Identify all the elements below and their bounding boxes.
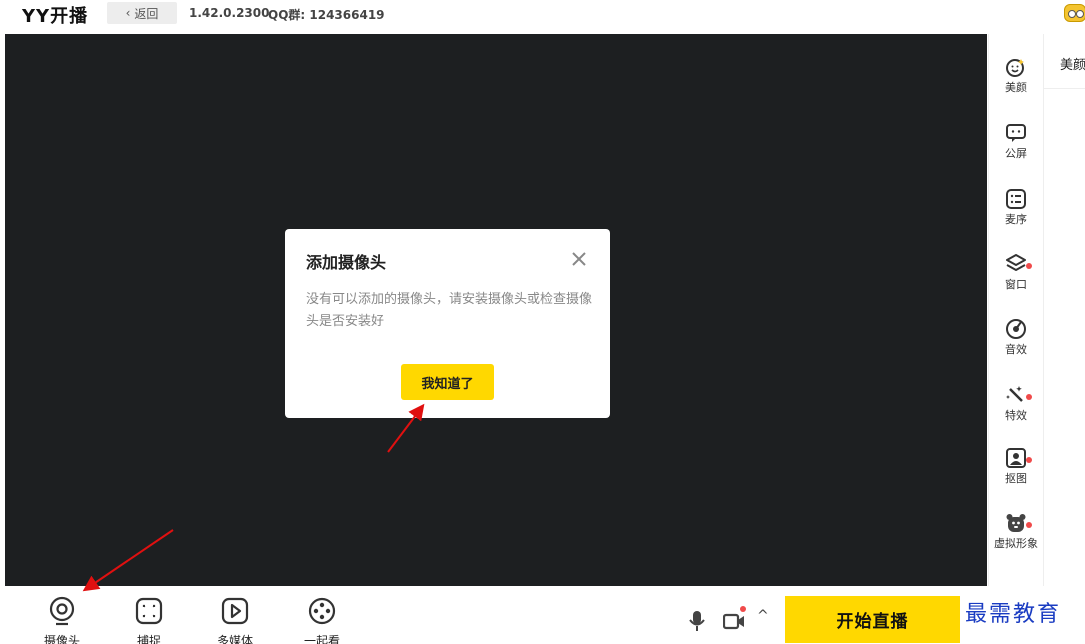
notification-dot [1026,394,1032,400]
notification-dot [1026,522,1032,528]
beauty-settings-panel: 美颜 [1043,34,1085,586]
film-reel-icon [308,597,336,625]
portrait-cutout-icon [1005,447,1032,469]
microphone-icon[interactable] [688,610,706,632]
sidebar-item-effects[interactable]: 特效 [989,384,1043,444]
panel-divider [1044,88,1085,89]
capture-button[interactable]: 捕捉 [124,596,174,644]
sidebar-item-chat[interactable]: 公屏 [989,122,1043,182]
camera-icon [49,596,75,626]
close-icon[interactable] [569,249,589,269]
video-camera-icon[interactable] [723,610,745,632]
capture-icon [135,597,163,625]
avatar-bear-icon [1005,512,1032,534]
dialog-message: 没有可以添加的摄像头，请安装摄像头或检查摄像头是否安装好 [306,292,593,329]
dialog-title: 添加摄像头 [306,253,387,272]
panel-title: 美颜 [1060,58,1085,73]
camera-button[interactable]: 摄像头 [37,596,87,644]
chevron-left-icon: ‹ [125,6,131,20]
media-play-icon [221,597,249,625]
qq-group-text: QQ群: 124366419 [268,8,385,22]
magic-wand-icon [1005,384,1032,406]
beauty-face-icon [1005,56,1027,78]
add-camera-dialog: 添加摄像头 没有可以添加的摄像头，请安装摄像头或检查摄像头是否安装好 我知道了 [285,229,610,418]
right-toolbar: 美颜 公屏 麦序 窗口 音效 特效 抠图 虚拟形象 [988,34,1042,586]
notification-dot [1026,263,1032,269]
notification-dot [1026,457,1032,463]
sidebar-item-queue[interactable]: 麦序 [989,188,1043,248]
app-logo: YY开播 [22,6,89,27]
title-bar: YY开播 ‹ 返回 1.42.0.2300 QQ群: 124366419 [0,0,1085,34]
multimedia-button[interactable]: 多媒体 [210,596,260,644]
back-label: 返回 [134,6,159,21]
back-button[interactable]: ‹ 返回 [107,2,177,24]
start-live-button[interactable]: 开始直播 [785,596,960,643]
sidebar-item-sound[interactable]: 音效 [989,318,1043,378]
caret-up-icon[interactable]: ^ [757,608,769,624]
sidebar-item-avatar[interactable]: 虚拟形象 [989,512,1043,572]
notification-dot [740,606,746,612]
sidebar-item-cutout[interactable]: 抠图 [989,447,1043,507]
sidebar-item-beauty[interactable]: 美颜 [989,56,1043,116]
acknowledge-button[interactable]: 我知道了 [401,364,494,400]
watermark-text: 最需教育 [965,602,1062,627]
watch-together-button[interactable]: 一起看 [297,596,347,644]
list-icon [1005,188,1027,210]
sound-disc-icon [1005,318,1027,340]
layers-icon [1005,253,1032,275]
owl-mascot-icon[interactable] [1064,4,1085,22]
version-text: 1.42.0.2300 [189,6,270,20]
bottom-toolbar: 摄像头 捕捉 多媒体 一起看 ^ 开始直播 最需教育 [5,586,1085,644]
chat-bubble-icon [1005,122,1027,144]
sidebar-item-window[interactable]: 窗口 [989,253,1043,313]
